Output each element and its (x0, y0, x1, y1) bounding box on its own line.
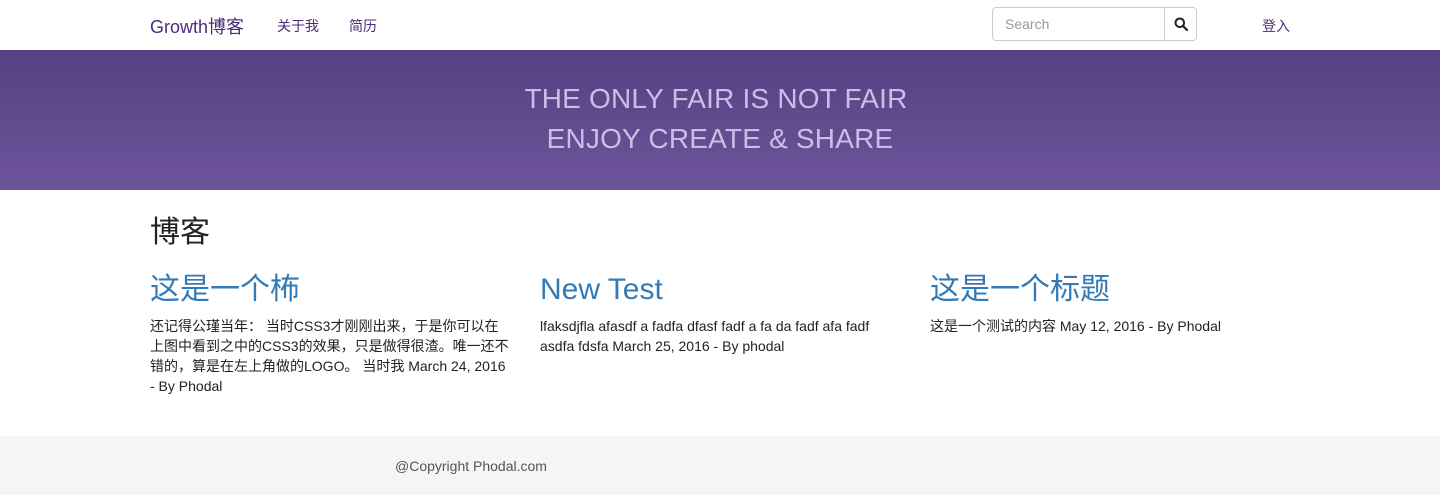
brand-logo-link[interactable]: Growth博客 (150, 13, 244, 39)
post-excerpt: lfaksdjfla afasdf a fadfa dfasf fadf a f… (540, 318, 870, 354)
hero-tagline-line2: ENJOY CREATE & SHARE (546, 123, 894, 154)
nav-link-resume[interactable]: 简历 (349, 16, 377, 36)
nav-link-about[interactable]: 关于我 (277, 16, 319, 36)
page-title: 博客 (150, 216, 210, 249)
search-form (992, 7, 1197, 41)
blog-post-card: New Test lfaksdjfla afasdf a fadfa dfasf… (540, 270, 902, 356)
footer: @Copyright Phodal.com (0, 436, 1440, 495)
post-title-link[interactable]: 这是一个柨 (150, 270, 512, 310)
hero-tagline-line1: THE ONLY FAIR IS NOT FAIR (524, 83, 908, 114)
post-title-link[interactable]: 这是一个标题 (930, 270, 1292, 310)
copyright-text: @Copyright Phodal.com (395, 458, 547, 474)
blog-post-card: 这是一个标题 这是一个测试的内容 May 12, 2016 - By Phoda… (930, 270, 1292, 336)
login-link[interactable]: 登入 (1262, 16, 1290, 36)
search-icon (1174, 17, 1188, 31)
post-excerpt: 这是一个测试的内容 May 12, 2016 - By Phodal (930, 318, 1221, 334)
navbar: Growth博客 关于我 简历 登入 (0, 0, 1440, 50)
search-input[interactable] (992, 7, 1164, 41)
hero-banner: THE ONLY FAIR IS NOT FAIR ENJOY CREATE &… (0, 50, 1440, 190)
post-title-link[interactable]: New Test (540, 270, 902, 310)
search-button[interactable] (1164, 7, 1197, 41)
blog-post-card: 这是一个柨 还记得公瑾当年： 当时CSS3才刚刚出来，于是你可以在上图中看到之中… (150, 270, 512, 396)
post-excerpt: 还记得公瑾当年： 当时CSS3才刚刚出来，于是你可以在上图中看到之中的CSS3的… (150, 318, 509, 394)
